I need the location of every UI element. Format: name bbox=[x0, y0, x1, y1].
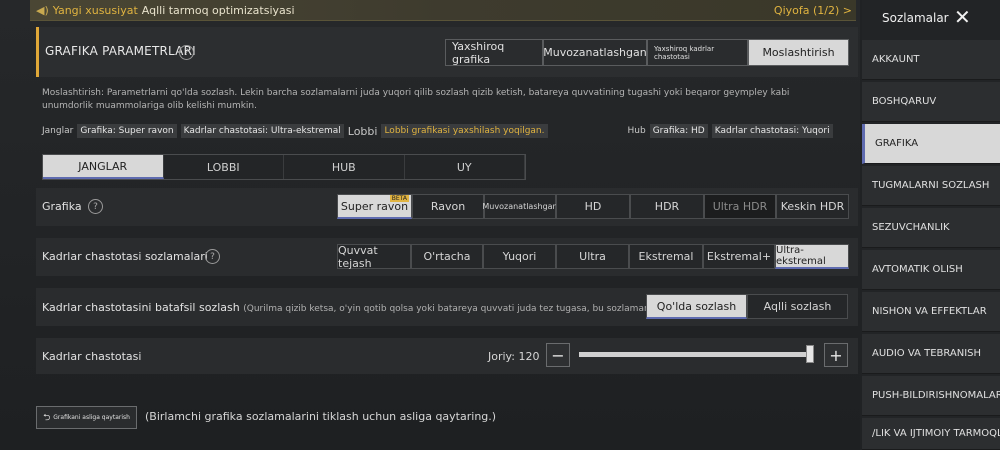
janglar-kadr-chip: Kadrlar chastotasi: Ultra-ekstremal bbox=[180, 124, 344, 138]
preset-yaxshiroq-grafika[interactable]: Yaxshiroq grafika bbox=[445, 39, 543, 66]
kadr-detail-manual[interactable]: Qo'lda sozlash bbox=[646, 294, 747, 319]
kadr-detail-smart[interactable]: Aqlli sozlash bbox=[747, 294, 848, 319]
sidebar-item-boshqaruv[interactable]: BOSHQARUV bbox=[862, 82, 1000, 122]
page-title: GRAFIKA PARAMETRLARI bbox=[45, 44, 196, 58]
grafika-option-ravon[interactable]: Ravon bbox=[412, 194, 484, 219]
banner-new-tag: Yangi xususiyat bbox=[52, 3, 138, 17]
kadr-option-ortacha[interactable]: O'rtacha bbox=[411, 244, 483, 269]
reset-note: (Birlamchi grafika sozlamalarini tiklash… bbox=[145, 410, 497, 423]
janglar-grafika-chip: Grafika: Super ravon bbox=[77, 124, 177, 138]
grafika-row: Grafika ? Super ravon BETA Ravon Muvozan… bbox=[36, 188, 858, 226]
tab-uy[interactable]: UY bbox=[405, 155, 525, 179]
kadr-rate-slider[interactable] bbox=[579, 352, 813, 357]
graphics-header: GRAFIKA PARAMETRLARI ? Yaxshiroq grafika… bbox=[36, 27, 858, 77]
close-icon[interactable]: ✕ bbox=[954, 7, 971, 27]
banner-message: Aqlli tarmoq optimizatsiyasi bbox=[141, 3, 295, 17]
grafika-option-hdr[interactable]: HDR bbox=[630, 194, 704, 219]
hub-kadr-chip: Kadrlar chastotasi: Yuqori bbox=[711, 124, 833, 138]
preset-muvozanatlashgan[interactable]: Muvozanatlashgan bbox=[543, 39, 647, 66]
grafika-option-hd[interactable]: HD bbox=[556, 194, 630, 219]
preset-description: Moslashtirish: Parametrlarni qo'lda sozl… bbox=[42, 88, 790, 111]
help-icon[interactable]: ? bbox=[88, 199, 103, 214]
kadr-rate-slider-handle[interactable] bbox=[806, 345, 814, 363]
reset-graphics-button[interactable]: ⮌ Grafikani asliga qaytarish bbox=[36, 406, 137, 429]
decrease-button[interactable]: − bbox=[546, 343, 570, 367]
grafika-option-keskin-hdr[interactable]: Keskin HDR bbox=[776, 194, 849, 219]
beta-badge: BETA bbox=[389, 195, 409, 202]
increase-button[interactable]: + bbox=[824, 343, 848, 367]
lobbi-note-chip: Lobbi grafikasi yaxshilash yoqilgan. bbox=[381, 124, 548, 138]
speaker-icon: ◀) bbox=[36, 3, 49, 17]
kadr-option-ekstremal-plus[interactable]: Ekstremal+ bbox=[703, 244, 775, 269]
grafika-option-muvozanatlashgan[interactable]: Muvozanatlashgan bbox=[482, 194, 558, 219]
preset-selector: Yaxshiroq grafika Muvozanatlashgan Yaxsh… bbox=[445, 39, 849, 66]
tab-hub[interactable]: HUB bbox=[284, 155, 405, 179]
kadr-option-quvvat-tejash[interactable]: Quvvat tejash bbox=[337, 244, 411, 270]
kadr-detail-label: Kadrlar chastotasini batafsil sozlash bbox=[42, 301, 240, 314]
preset-moslashtirish[interactable]: Moslashtirish bbox=[748, 39, 849, 66]
sidebar-item-nishon-va-effektlar[interactable]: NISHON VA EFFEKTLAR bbox=[862, 292, 1000, 332]
hub-label: Hub bbox=[627, 126, 646, 136]
mode-tabs: JANGLAR LOBBI HUB UY bbox=[42, 154, 526, 180]
help-icon[interactable]: ? bbox=[179, 45, 194, 60]
feature-banner[interactable]: ◀) Yangi xususiyat Aqlli tarmoq optimiza… bbox=[30, 0, 856, 21]
sidebar-item-akkaunt[interactable]: AKKAUNT bbox=[862, 40, 1000, 80]
help-icon[interactable]: ? bbox=[205, 249, 220, 264]
tab-lobbi[interactable]: LOBBI bbox=[164, 155, 284, 179]
sidebar-item-grafika[interactable]: GRAFIKA bbox=[862, 124, 1000, 164]
kadr-settings-label: Kadrlar chastotasi sozlamalari bbox=[42, 250, 208, 263]
sidebar-title: Sozlamalar bbox=[882, 11, 949, 25]
sidebar-item-push-bildirishnomalar[interactable]: PUSH-BILDIRISHNOMALAR bbox=[862, 376, 1000, 416]
settings-sidebar: Sozlamalar ✕ AKKAUNT BOSHQARUV GRAFIKA T… bbox=[862, 0, 1000, 450]
grafika-option-ultra-hdr[interactable]: Ultra HDR bbox=[704, 194, 776, 219]
tab-janglar[interactable]: JANGLAR bbox=[43, 155, 164, 179]
kadr-option-ultra[interactable]: Ultra bbox=[556, 244, 629, 269]
sidebar-item-avtomatik-olish[interactable]: AVTOMATIK OLISH bbox=[862, 250, 1000, 290]
banner-page-indicator[interactable]: Qiyofa (1/2) > bbox=[774, 4, 852, 17]
sidebar-item-audio-va-tebranish[interactable]: AUDIO VA TEBRANISH bbox=[862, 334, 1000, 374]
kadr-rate-current: Joriy: 120 bbox=[488, 350, 540, 363]
kadr-option-yuqori[interactable]: Yuqori bbox=[483, 244, 556, 269]
grafika-option-super-ravon[interactable]: Super ravon BETA bbox=[337, 194, 412, 219]
hub-grafika-chip: Grafika: HD bbox=[649, 124, 708, 138]
kadr-detail-hint: (Qurilma qizib ketsa, o'yin qotib qolsa … bbox=[243, 304, 686, 314]
sidebar-item-tugmalarni-sozlash[interactable]: TUGMALARNI SOZLASH bbox=[862, 166, 1000, 206]
undo-icon: ⮌ bbox=[43, 412, 51, 423]
kadr-rate-label: Kadrlar chastotasi bbox=[42, 350, 142, 363]
graphics-settings-panel: ◀) Yangi xususiyat Aqlli tarmoq optimiza… bbox=[0, 0, 860, 450]
sidebar-header: Sozlamalar ✕ bbox=[862, 0, 1000, 36]
janglar-label: Janglar bbox=[42, 126, 74, 136]
kadr-option-ultra-ekstremal[interactable]: Ultra-ekstremal bbox=[775, 244, 849, 269]
kadr-option-ekstremal[interactable]: Ekstremal bbox=[629, 244, 703, 269]
sidebar-item-sezuvchanlik[interactable]: SEZUVCHANLIK bbox=[862, 208, 1000, 248]
lobbi-label: Lobbi bbox=[347, 124, 378, 138]
kadr-settings-options: Quvvat tejash O'rtacha Yuqori Ultra Ekst… bbox=[337, 244, 849, 270]
grafika-label: Grafika bbox=[42, 200, 82, 213]
sidebar-item-ijtimoiy-tarmoqlar[interactable]: /LIK VA IJTIMOIY TARMOQLA bbox=[862, 418, 1000, 450]
kadr-rate-row: Kadrlar chastotasi Joriy: 120 − + bbox=[36, 338, 858, 374]
preset-yaxshiroq-kadrlar[interactable]: Yaxshiroq kadrlar chastotasi bbox=[647, 39, 748, 66]
kadr-detail-row: Kadrlar chastotasini batafsil sozlash (Q… bbox=[36, 288, 858, 326]
current-settings-summary: Janglar Grafika: Super ravon Kadrlar cha… bbox=[42, 122, 833, 140]
kadr-settings-row: Kadrlar chastotasi sozlamalari ? Quvvat … bbox=[36, 238, 858, 276]
grafika-options: Super ravon BETA Ravon Muvozanatlashgan … bbox=[337, 194, 849, 219]
kadr-detail-options: Qo'lda sozlash Aqlli sozlash bbox=[646, 294, 848, 319]
